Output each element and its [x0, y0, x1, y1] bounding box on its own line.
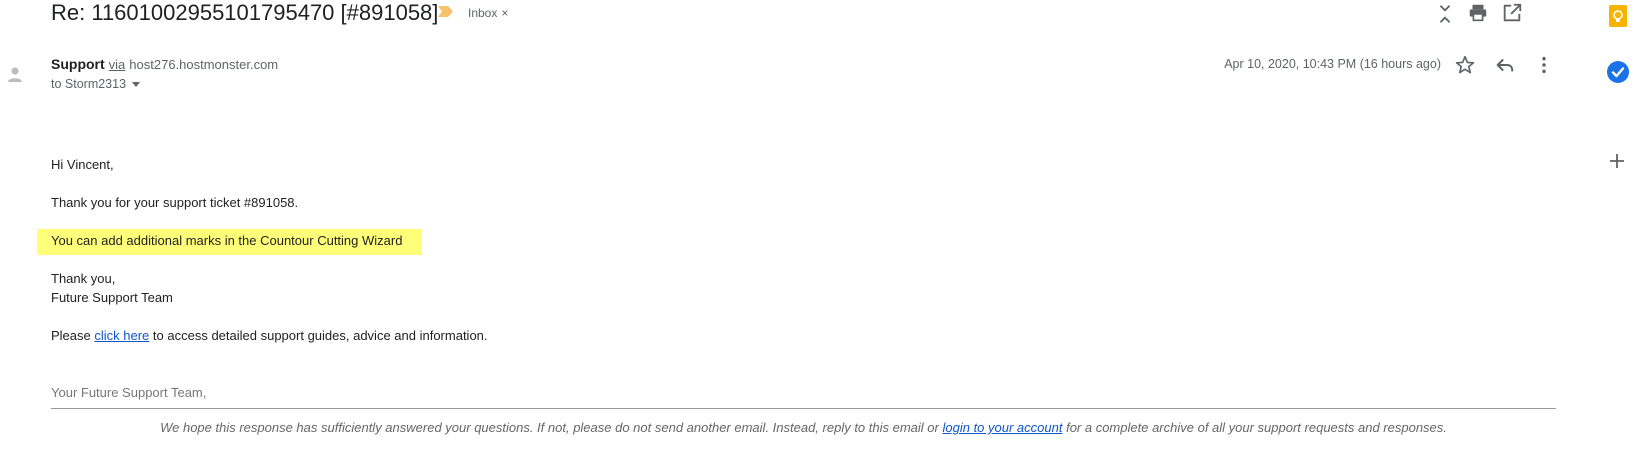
- add-icon[interactable]: [1607, 151, 1627, 171]
- support-guides-suffix: to access detailed support guides, advic…: [152, 328, 488, 343]
- footer-suffix: for a complete archive of all your suppo…: [1066, 420, 1447, 435]
- collapse-icon[interactable]: [1434, 3, 1456, 25]
- closing-thanks: Thank you,: [51, 271, 116, 286]
- highlighted-answer: You can add additional marks in the Coun…: [51, 233, 403, 248]
- keep-icon[interactable]: [1609, 5, 1627, 27]
- email-subject: Re: 11601002955101795470 [#891058]: [51, 0, 439, 25]
- footer-divider: [51, 408, 1556, 409]
- sender-name[interactable]: Support: [51, 56, 105, 72]
- show-details-chevron-icon[interactable]: [132, 82, 141, 88]
- print-icon[interactable]: [1467, 2, 1489, 24]
- via-domain: host276.hostmonster.com: [129, 57, 279, 72]
- inbox-label-text: Inbox: [468, 6, 498, 20]
- remove-label-icon[interactable]: ×: [501, 6, 508, 20]
- recipient-text: to Storm2313: [51, 77, 127, 91]
- via-link[interactable]: via: [109, 57, 126, 72]
- click-here-link[interactable]: click here: [94, 328, 149, 343]
- support-guides-prefix: Please: [51, 328, 91, 343]
- reply-icon[interactable]: [1494, 54, 1516, 76]
- keep-bulb-glyph: [1613, 10, 1623, 22]
- signoff: Your Future Support Team,: [51, 385, 207, 400]
- support-guides-line: Please click here to access detailed sup…: [51, 327, 488, 344]
- ticket-thanks-line: Thank you for your support ticket #89105…: [51, 195, 299, 210]
- tasks-check-glyph: [1611, 67, 1625, 78]
- open-in-new-window-icon[interactable]: [1501, 2, 1523, 24]
- more-options-icon[interactable]: [1533, 54, 1555, 76]
- sender-avatar-icon: [8, 67, 22, 82]
- sender-line: Support via host276.hostmonster.com: [51, 55, 278, 74]
- star-icon[interactable]: [1454, 54, 1476, 76]
- login-to-account-link[interactable]: login to your account: [942, 420, 1062, 435]
- tasks-icon[interactable]: [1607, 61, 1629, 83]
- footer-prefix: We hope this response has sufficiently a…: [160, 420, 939, 435]
- recipient-line[interactable]: to Storm2313: [51, 76, 141, 92]
- importance-marker-icon[interactable]: [438, 6, 453, 17]
- team-name: Future Support Team: [51, 290, 173, 305]
- greeting: Hi Vincent,: [51, 157, 114, 172]
- inbox-label-chip: Inbox ×: [464, 4, 512, 23]
- message-date: Apr 10, 2020, 10:43 PM (16 hours ago): [1224, 57, 1441, 71]
- footer-note: We hope this response has sufficiently a…: [51, 419, 1556, 436]
